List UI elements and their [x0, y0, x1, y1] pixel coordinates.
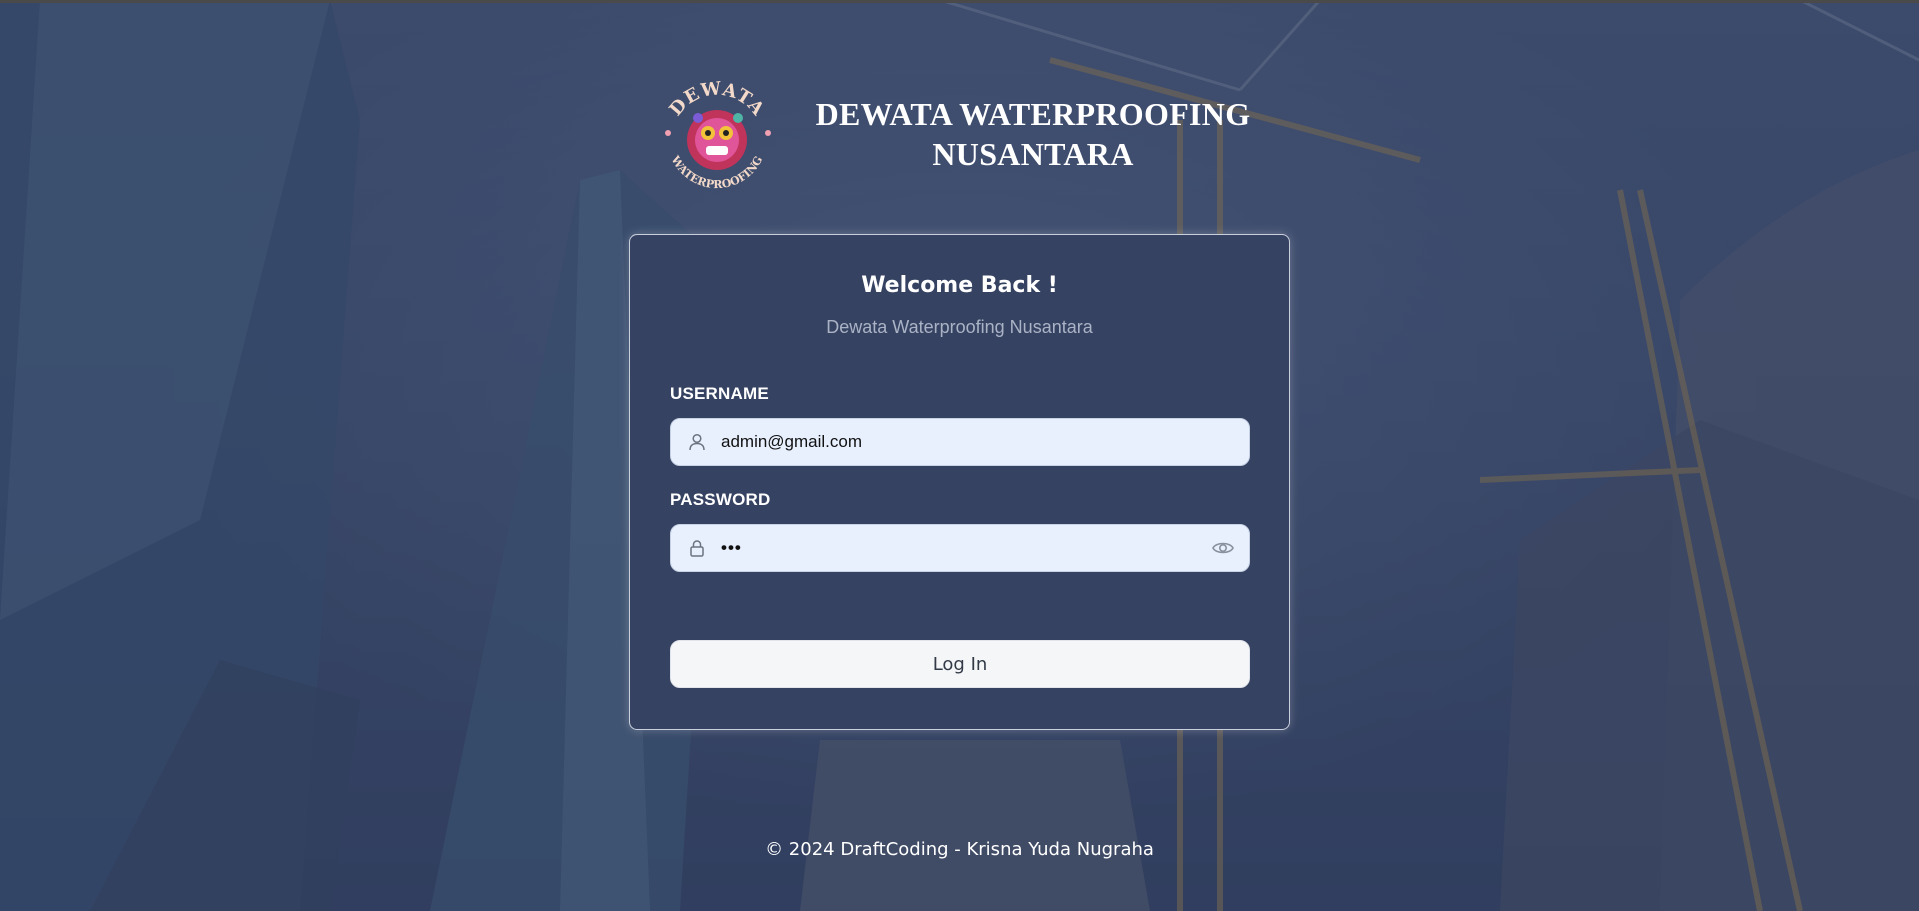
- username-field[interactable]: [670, 418, 1250, 466]
- brand-title: DEWATA WATERPROOFING NUSANTARA: [798, 94, 1268, 174]
- company-logo: DEWATA WATERPROOFING: [665, 78, 771, 191]
- login-subtitle: Dewata Waterproofing Nusantara: [826, 317, 1093, 337]
- username-label: USERNAME: [670, 384, 769, 403]
- password-field[interactable]: [670, 524, 1250, 572]
- brand-title-line2: NUSANTARA: [932, 136, 1134, 172]
- top-border: [0, 0, 1919, 3]
- lock-icon: [690, 540, 704, 557]
- login-card: Welcome Back ! Dewata Waterproofing Nusa…: [629, 234, 1290, 730]
- brand-title-line1: DEWATA WATERPROOFING: [815, 96, 1251, 132]
- login-title: Welcome Back !: [861, 273, 1058, 298]
- brand-header: DEWATA WATERPROOFING DEWATA WATERPROOFIN…: [658, 78, 1278, 203]
- user-icon: [689, 433, 705, 451]
- password-input[interactable]: [721, 525, 1191, 571]
- username-input[interactable]: [721, 419, 1191, 465]
- eye-icon[interactable]: [1211, 537, 1235, 559]
- footer-copyright: © 2024 DraftCoding - Krisna Yuda Nugraha: [765, 839, 1154, 860]
- login-button[interactable]: Log In: [670, 640, 1250, 688]
- password-label: PASSWORD: [670, 490, 771, 509]
